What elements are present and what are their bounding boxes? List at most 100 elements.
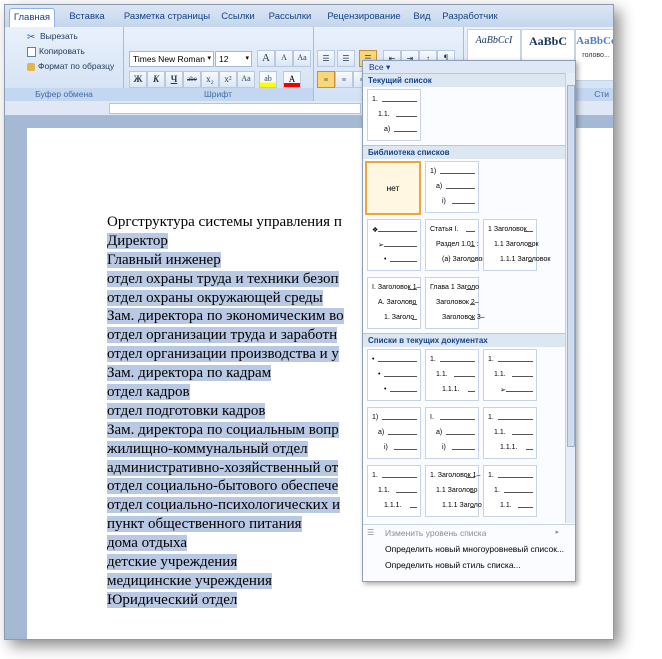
define-new-style-item[interactable]: Определить новый стиль списка... <box>363 557 565 573</box>
cut-label: Вырезать <box>40 31 78 41</box>
document-line-text: отдел охраны окружающей среды <box>107 289 323 306</box>
tab-view[interactable]: Вид <box>409 8 435 27</box>
change-case-button[interactable]: Aa <box>237 71 255 88</box>
font-name-value: Times New Roman <box>133 54 205 64</box>
numbered-list-icon: ☰ <box>342 54 350 63</box>
bold-button[interactable]: Ж <box>129 71 147 88</box>
document-text[interactable]: Оргструктура системы управления п Директо… <box>107 213 344 610</box>
list-level-label: 1.1. <box>378 111 390 118</box>
list-level-line <box>412 319 417 320</box>
tab-home[interactable]: Главная <box>9 8 55 28</box>
tab-insert[interactable]: Вставка <box>61 8 113 27</box>
list-thumb-lib-roman[interactable]: I. Заголовок 1– A. Заголово 1. Заголо <box>367 277 421 329</box>
list-level-label: а) <box>384 126 391 133</box>
dropdown-scrollbar[interactable] <box>565 73 575 523</box>
highlight-button[interactable]: ab <box>259 71 277 88</box>
align-center-button[interactable]: ≡ <box>335 71 353 88</box>
font-name-select[interactable]: Times New Roman ▾ <box>129 51 214 67</box>
list-level-label: Статья I. <box>430 226 459 233</box>
list-thumb-lib-heading-num[interactable]: 1 Заголовок 1.1 Заголовок 1.1.1 Заголовок <box>483 219 550 271</box>
dropdown-filter[interactable]: Все ▾ <box>363 61 575 73</box>
bullets-button[interactable]: ☰ <box>317 50 335 67</box>
chevron-down-icon: ▾ <box>207 55 211 62</box>
list-level-label: 1.1.1. <box>500 444 518 451</box>
list-level-line <box>396 116 417 117</box>
format-painter-button[interactable]: Формат по образцу <box>27 61 114 71</box>
strikethrough-button[interactable]: abe <box>183 71 201 88</box>
list-thumb-doc-numeric-4[interactable]: 1. 1. 1.1. <box>483 465 537 517</box>
list-thumb-lib-article[interactable]: Статья I. Раздел 1.01 : (a) Заголовок <box>425 219 485 271</box>
document-line-text: отдел социально-психологических и <box>107 497 340 514</box>
style-heading2-sub: голово... <box>582 52 610 59</box>
list-thumb-lib-bullets[interactable]: ❖ ➢ • <box>367 219 421 271</box>
style-heading2[interactable]: AaBbCc голово... <box>575 29 613 81</box>
copy-button[interactable]: Копировать <box>27 46 85 57</box>
list-level-line <box>454 376 475 377</box>
tab-references[interactable]: Ссылки <box>219 8 257 27</box>
cut-button[interactable]: ✂ Вырезать <box>27 31 78 43</box>
list-thumb-lib-paren[interactable]: 1) а) i) <box>425 161 479 213</box>
list-level-label: • <box>384 256 387 263</box>
list-thumb-doc-mixed[interactable]: 1. 1.1. ➢ <box>483 349 537 401</box>
change-list-level-item[interactable]: ☰ Изменить уровень списка ▸ <box>363 525 565 541</box>
tab-page-layout[interactable]: Разметка страницы <box>119 8 215 27</box>
shrink-font-button[interactable]: A <box>275 50 293 67</box>
document-line: Зам. директора по социальным вопр <box>107 421 344 440</box>
list-thumb-none[interactable]: нет <box>365 161 421 215</box>
document-line-text: медицинские учреждения <box>107 572 272 589</box>
list-level-line <box>382 101 417 102</box>
list-level-label: 1.1. <box>500 502 512 509</box>
superscript-button[interactable]: x² <box>219 71 237 88</box>
list-thumb-doc-roman[interactable]: I. а) i) <box>425 407 479 459</box>
list-level-line <box>440 419 475 420</box>
list-level-line <box>518 507 533 508</box>
underline-button[interactable]: Ч <box>165 71 183 88</box>
list-level-line <box>524 231 533 232</box>
list-level-label: 1. <box>494 487 500 494</box>
font-color-button[interactable]: A <box>283 71 301 88</box>
list-thumb-doc-heading[interactable]: 1. Заголовок 1– 1.1 Заголово 1.1.1 Заголо <box>425 465 482 517</box>
list-level-label: а) <box>436 183 443 190</box>
list-thumb-doc-paren[interactable]: 1) а) i) <box>367 407 421 459</box>
list-level-icon: ☰ <box>367 528 375 537</box>
list-thumb-doc-numeric[interactable]: 1. 1.1. 1.1.1. <box>425 349 479 401</box>
document-heading: Оргструктура системы управления п <box>107 213 344 232</box>
document-line: Зам. директора по кадрам <box>107 364 344 383</box>
list-level-label: • <box>384 386 387 393</box>
ribbon-tabs: Главная Вставка Разметка страницы Ссылки… <box>5 5 613 28</box>
list-level-line <box>408 289 417 290</box>
subscript-button[interactable]: x₂ <box>201 71 219 88</box>
ruler-margin-area <box>109 103 361 114</box>
grow-font-button[interactable]: A <box>257 50 275 67</box>
list-level-line <box>466 231 475 232</box>
document-line-text: отдел организации труда и заработн <box>107 327 338 344</box>
list-thumb-doc-bullets[interactable]: • • • <box>367 349 421 401</box>
numbering-button[interactable]: ☰ <box>337 50 355 67</box>
tab-mailings[interactable]: Рассылки <box>263 8 317 27</box>
tab-review[interactable]: Рецензирование <box>321 8 407 27</box>
chevron-down-icon: ▾ <box>245 55 249 62</box>
define-new-multilevel-item[interactable]: Определить новый многоуровневый список..… <box>363 541 565 557</box>
list-thumb-doc-numeric-3[interactable]: 1. 1.1. 1.1.1. <box>367 465 421 517</box>
list-thumb-current[interactable]: 1. 1.1. а) <box>367 89 421 141</box>
document-line: административно-хозяйственный от <box>107 459 344 478</box>
clear-format-button[interactable]: Aa <box>293 50 311 67</box>
tab-developer[interactable]: Разработчик <box>437 8 503 27</box>
list-level-label: (a) Заголовок <box>442 256 486 263</box>
list-level-label: i) <box>384 444 388 451</box>
list-level-label: 1. <box>488 414 494 421</box>
list-thumb-doc-numeric-2[interactable]: 1. 1.1. 1.1.1. <box>483 407 537 459</box>
list-thumb-lib-chapter[interactable]: Глава 1 Заголо Заголовок 2– Заголовок 3– <box>425 277 485 329</box>
align-center-icon: ≡ <box>341 75 347 84</box>
list-level-line <box>452 203 475 204</box>
scrollbar-thumb[interactable] <box>567 85 575 447</box>
align-left-button[interactable]: ≡ <box>317 71 335 88</box>
list-level-label: 1. Заголо <box>384 314 415 321</box>
italic-button[interactable]: К <box>147 71 165 88</box>
font-size-select[interactable]: 12 ▾ <box>215 51 252 67</box>
list-level-line <box>498 361 533 362</box>
list-level-label: а) <box>378 429 385 436</box>
document-line: отдел организации труда и заработн <box>107 326 344 345</box>
style-normal-label: AaBbCcI <box>475 35 513 46</box>
document-line: Главный инженер <box>107 251 344 270</box>
